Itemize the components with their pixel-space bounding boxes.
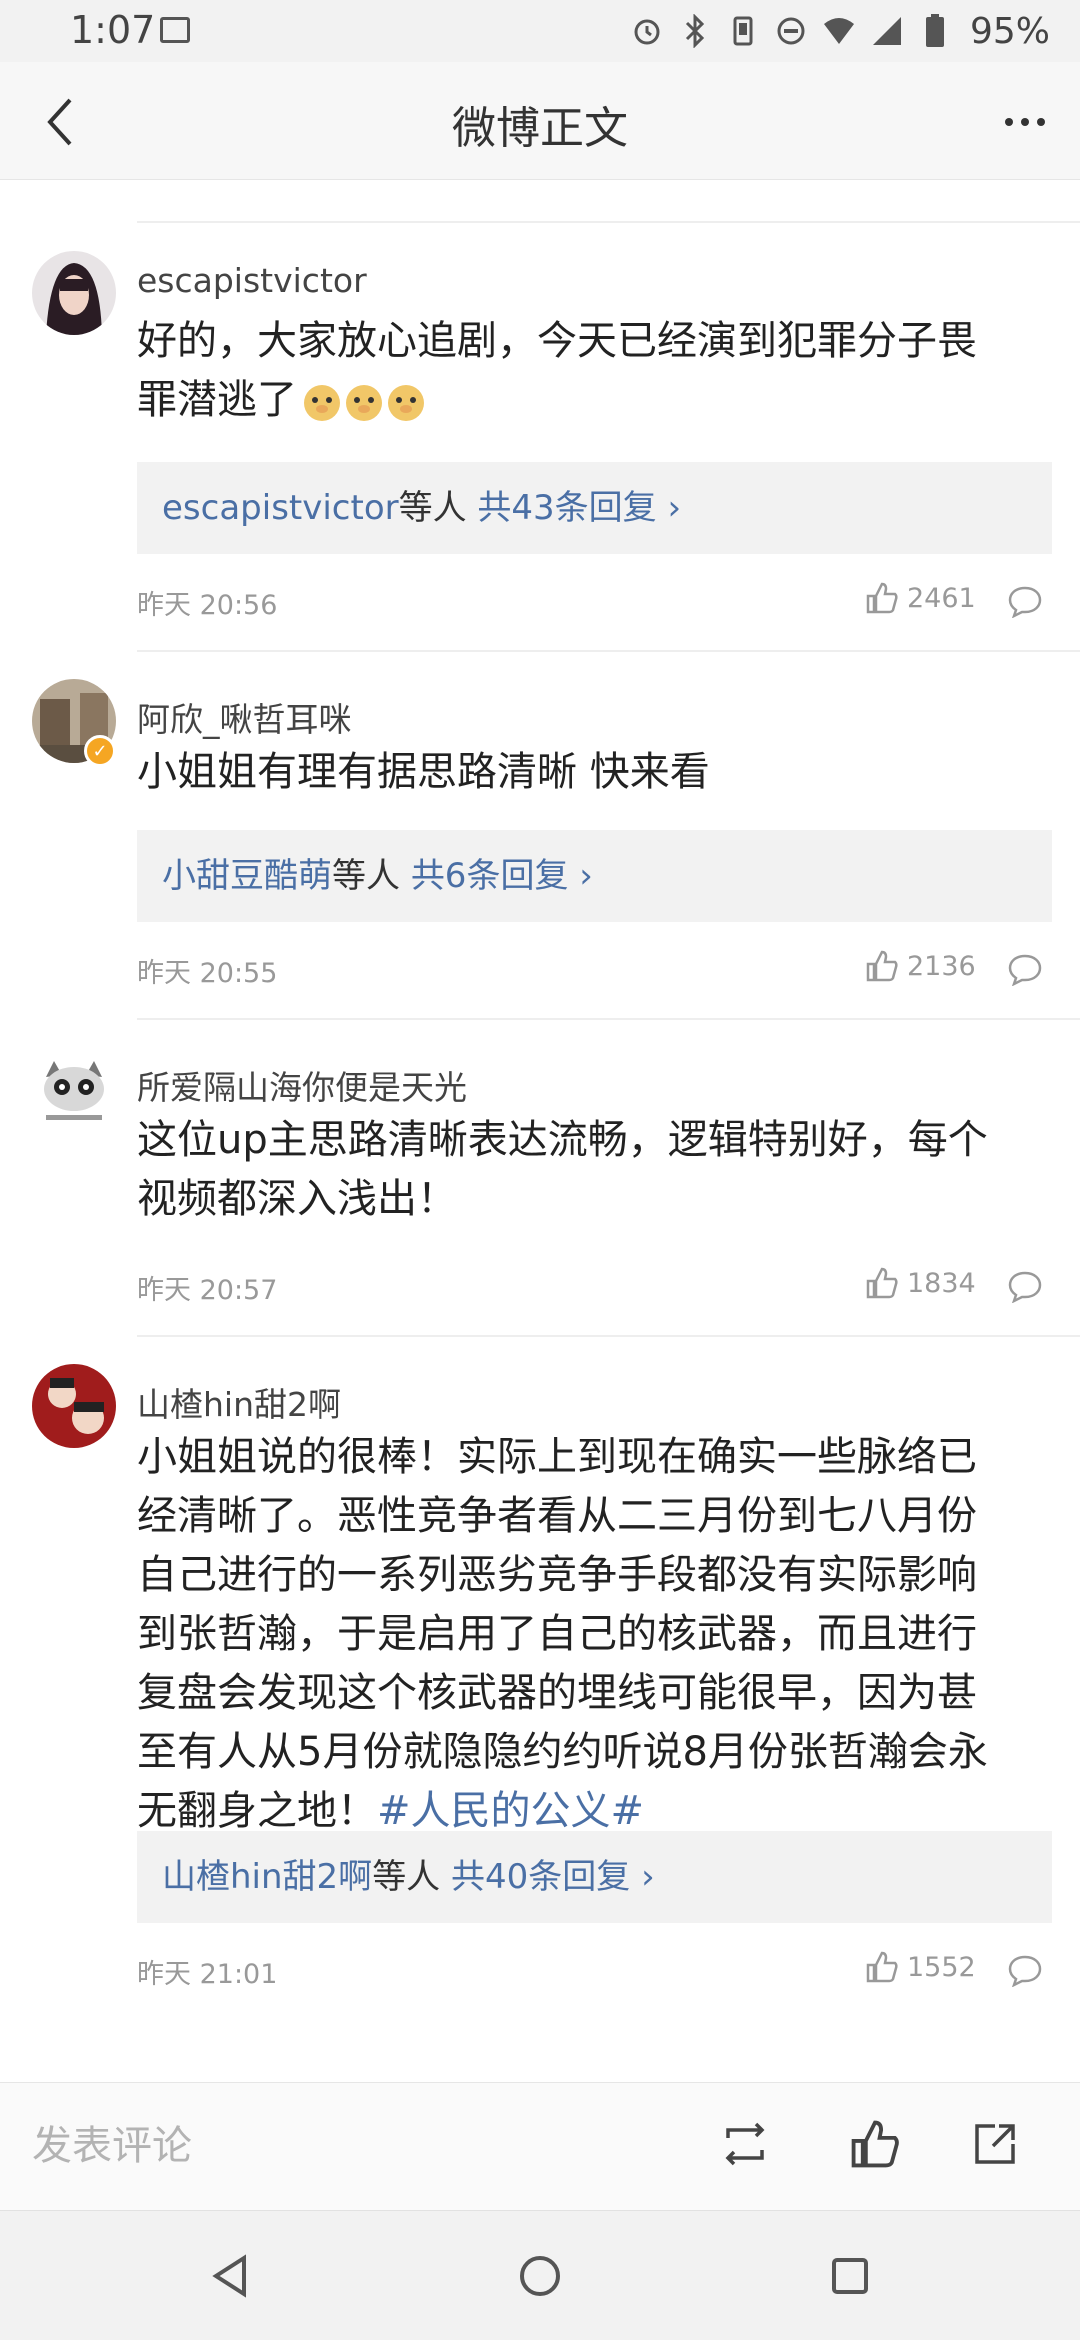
image-icon	[160, 17, 190, 43]
reply-user[interactable]: escapistvictor	[162, 488, 399, 528]
comment-text-line: 到张哲瀚，于是启用了自己的核武器，而且进行	[137, 1611, 977, 1657]
doge-emoji-icon	[385, 381, 427, 423]
comment-username[interactable]: 所爱隔山海你便是天光	[137, 1061, 467, 1109]
page-title: 微博正文	[452, 103, 628, 154]
reply-mid: 等人	[398, 488, 478, 528]
like-icon[interactable]	[842, 2111, 908, 2177]
comment-time: 昨天 20:57	[137, 1275, 278, 1306]
comment-time: 昨天 20:55	[137, 958, 278, 989]
reply-count[interactable]: 共40条回复 ›	[451, 1857, 655, 1897]
comment-text-line: 经清晰了。恶性竞争者看从二三月份到七八月份	[137, 1493, 977, 1539]
comment-icon[interactable]	[1005, 1266, 1045, 1306]
status-time: 1:07	[70, 8, 156, 52]
battery-icon	[918, 11, 952, 51]
reply-count[interactable]: 共6条回复 ›	[411, 856, 593, 896]
signal-icon	[870, 11, 904, 51]
comment-text-line: 复盘会发现这个核武器的埋线可能很早，因为甚	[137, 1670, 977, 1716]
dnd-icon	[774, 11, 808, 51]
doge-emoji-icon	[301, 381, 343, 423]
reply-user[interactable]: 小甜豆酷萌	[162, 856, 332, 896]
avatar[interactable]	[32, 1047, 116, 1131]
comment-text-line: 好的，大家放心追剧，今天已经演到犯罪分子畏	[137, 318, 977, 364]
like-count: 1552	[907, 1951, 976, 1983]
avatar[interactable]	[32, 1364, 116, 1448]
wifi-icon	[822, 11, 856, 51]
comment-username[interactable]: escapistvictor	[137, 261, 367, 300]
comment-icon[interactable]	[1005, 1950, 1045, 1990]
comment-text-line: 视频都深入浅出！	[137, 1176, 457, 1222]
avatar[interactable]	[32, 251, 116, 335]
like-count: 2461	[907, 582, 976, 614]
hashtag-link[interactable]: #人民的公义#	[377, 1788, 644, 1834]
verified-badge-icon: ✓	[84, 735, 116, 767]
divider	[137, 221, 1080, 223]
more-dots-icon[interactable]	[990, 92, 1060, 152]
comment-text-fragment: 罪潜逃了	[137, 377, 297, 423]
reply-count[interactable]: 共43条回复 ›	[477, 488, 681, 528]
battery-percent: 95%	[969, 10, 1050, 52]
reply-summary[interactable]: 小甜豆酷萌等人 共6条回复 ›	[137, 830, 1052, 922]
like-button[interactable]: 1552	[865, 1950, 976, 1984]
comment-time: 昨天 20:56	[137, 590, 278, 621]
reply-mid: 等人	[332, 856, 411, 896]
header: 微博正文	[0, 62, 1080, 180]
reply-mid: 等人	[372, 1857, 451, 1897]
comment-username[interactable]: 阿欣_啾哲耳咪	[137, 693, 352, 741]
reply-user[interactable]: 山楂hin甜2啊	[162, 1857, 372, 1897]
comment-text: 这位up主思路清晰表达流畅，逻辑特别好，每个 视频都深入浅出！	[137, 1111, 1037, 1229]
comment-text: 小姐姐说的很棒！实际上到现在确实一些脉络已 经清晰了。恶性竞争者看从二三月份到七…	[137, 1428, 1037, 1841]
like-icon	[866, 1267, 898, 1299]
like-count: 2136	[907, 950, 976, 982]
nav-back-icon[interactable]	[200, 2246, 260, 2306]
comment-text: 小姐姐有理有据思路清晰 快来看	[137, 743, 1037, 802]
divider	[137, 1018, 1080, 1020]
like-count: 1834	[907, 1267, 976, 1299]
reply-summary[interactable]: escapistvictor等人 共43条回复 ›	[137, 462, 1052, 554]
comment-text-line: 小姐姐有理有据思路清晰 快来看	[137, 749, 710, 795]
navigation-bar	[0, 2210, 1080, 2340]
comment-text-fragment: 无翻身之地！	[137, 1788, 377, 1834]
like-icon	[866, 582, 898, 614]
like-button[interactable]: 2461	[865, 581, 976, 615]
divider	[137, 650, 1080, 652]
reply-summary[interactable]: 山楂hin甜2啊等人 共40条回复 ›	[137, 1831, 1052, 1923]
status-bar: 1:07 95%	[0, 0, 1080, 62]
doge-emoji-icon	[343, 381, 385, 423]
comment-list[interactable]: escapistvictor 好的，大家放心追剧，今天已经演到犯罪分子畏 罪潜逃…	[0, 181, 1080, 2081]
like-icon	[866, 1951, 898, 1983]
comment-time: 昨天 21:01	[137, 1959, 278, 1990]
like-button[interactable]: 1834	[865, 1266, 976, 1300]
bluetooth-icon	[678, 11, 712, 51]
comment-text-line: 小姐姐说的很棒！实际上到现在确实一些脉络已	[137, 1434, 977, 1480]
divider	[137, 1335, 1080, 1337]
like-button[interactable]: 2136	[865, 949, 976, 983]
comment-icon[interactable]	[1005, 581, 1045, 621]
comment-text-line: 这位up主思路清晰表达流畅，逻辑特别好，每个	[137, 1117, 988, 1163]
status-icons: 95%	[630, 8, 1050, 54]
vibrate-icon	[726, 11, 760, 51]
comment-icon[interactable]	[1005, 949, 1045, 989]
repost-icon[interactable]	[712, 2111, 778, 2177]
nav-recents-icon[interactable]	[820, 2246, 880, 2306]
comment-text-line: 至有人从5月份就隐隐约约听说8月份张哲瀚会永	[137, 1729, 988, 1775]
share-icon[interactable]	[962, 2111, 1028, 2177]
comment-text-line: 罪潜逃了	[137, 371, 1037, 430]
like-icon	[866, 950, 898, 982]
alarm-icon	[630, 11, 664, 51]
comment-input[interactable]: 发表评论	[32, 2113, 192, 2171]
comment-text-line: 自己进行的一系列恶劣竞争手段都没有实际影响	[137, 1552, 977, 1598]
nav-home-icon[interactable]	[510, 2246, 570, 2306]
bottom-action-bar: 发表评论	[0, 2082, 1080, 2210]
comment-text: 好的，大家放心追剧，今天已经演到犯罪分子畏 罪潜逃了	[137, 312, 1037, 430]
comment-username[interactable]: 山楂hin甜2啊	[137, 1378, 341, 1426]
